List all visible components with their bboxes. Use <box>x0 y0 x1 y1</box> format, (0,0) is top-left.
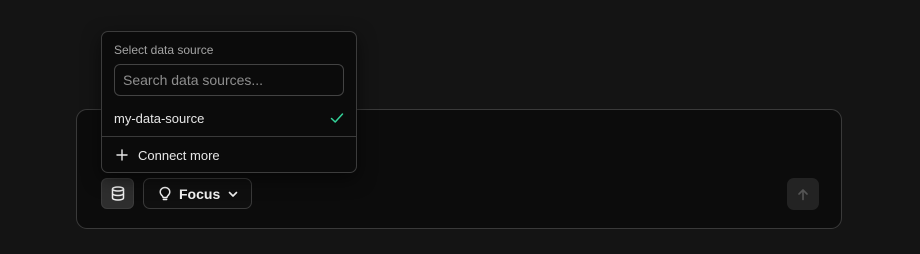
data-source-button[interactable] <box>101 178 134 209</box>
send-button[interactable] <box>787 178 819 210</box>
popover-title: Select data source <box>114 43 214 57</box>
focus-label: Focus <box>179 185 221 202</box>
connect-more-button[interactable]: Connect more <box>102 144 356 166</box>
database-icon <box>111 186 125 201</box>
focus-dropdown-button[interactable]: Focus <box>143 178 252 209</box>
data-source-option[interactable]: my-data-source <box>102 106 356 130</box>
connect-more-label: Connect more <box>138 147 220 163</box>
popover-divider <box>102 136 356 137</box>
page: Focus Select data source my-data-source <box>0 0 920 254</box>
search-data-sources-input[interactable] <box>114 64 344 96</box>
plus-icon <box>116 149 128 161</box>
data-source-option-label: my-data-source <box>114 110 205 126</box>
data-source-popover: Select data source my-data-source Connec… <box>101 31 357 173</box>
check-icon <box>330 112 344 124</box>
lightbulb-icon <box>158 186 172 202</box>
chevron-down-icon <box>227 188 239 200</box>
arrow-up-icon <box>797 188 809 201</box>
